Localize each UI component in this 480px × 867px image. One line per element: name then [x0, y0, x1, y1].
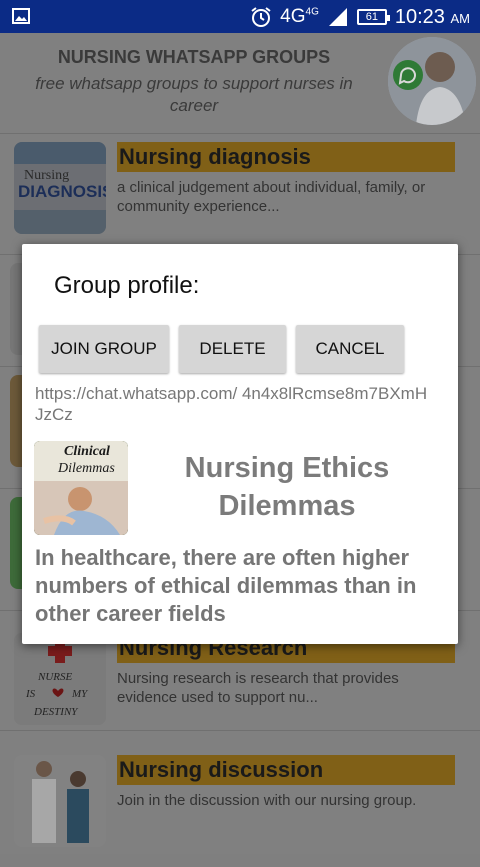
dialog-title: Group profile:	[54, 272, 200, 299]
divider	[0, 730, 480, 731]
signal-icon	[328, 8, 347, 26]
group-name: Nursing Ethics Dilemmas	[184, 452, 390, 522]
join-group-button[interactable]: JOIN GROUP	[39, 325, 169, 373]
clock: 10:23 AM	[394, 5, 470, 28]
app-title: NURSING WHATSAPP GROUPS	[57, 47, 331, 67]
status-bar: 4G4G 61 10:23 AM	[0, 0, 480, 33]
group-description: Nursing research is research that provid…	[117, 670, 399, 706]
battery-icon: 61	[356, 9, 390, 25]
app-subtitle: free whatsapp groups to support nurses i…	[35, 74, 353, 115]
group-title: Nursing diagnosis	[117, 142, 455, 172]
thumb-text: DESTINY	[33, 706, 79, 718]
thumb-text: DIAGNOSIS	[18, 182, 106, 201]
group-thumbnail	[14, 755, 106, 847]
group-description: In healthcare, there are often higher nu…	[35, 545, 417, 626]
group-invite-link[interactable]: https://chat.whatsapp.com/ 4n4x8lRcmse8m…	[35, 383, 435, 425]
group-thumbnail: NURSE IS MY DESTINY	[14, 633, 106, 725]
delete-button[interactable]: DELETE	[179, 325, 286, 373]
nurse-avatar	[388, 37, 476, 125]
group-description: Join in the discussion with our nursing …	[117, 792, 417, 809]
group-description: a clinical judgement about individual, f…	[117, 179, 426, 215]
thumb-text: MY	[71, 688, 89, 700]
image-icon	[12, 8, 30, 24]
group-title: Nursing discussion	[117, 755, 455, 785]
group-profile-dialog: Group profile: JOIN GROUP DELETE CANCEL …	[22, 244, 458, 644]
thumb-text: IS	[25, 688, 36, 700]
cancel-button[interactable]: CANCEL	[296, 325, 404, 373]
thumb-text: Clinical	[64, 444, 110, 459]
group-thumbnail: Nursing DIAGNOSIS	[14, 142, 106, 234]
network-type: 4G4G	[280, 6, 319, 27]
alarm-icon	[251, 7, 271, 27]
thumb-text: NURSE	[37, 671, 73, 683]
group-card-nursing-discussion[interactable]: Nursing discussion Join in the discussio…	[0, 747, 480, 867]
thumb-text: Nursing	[24, 168, 69, 183]
group-card-nursing-diagnosis[interactable]: Nursing DIAGNOSIS Nursing diagnosis a cl…	[0, 134, 480, 254]
app-header: NURSING WHATSAPP GROUPS free whatsapp gr…	[0, 33, 480, 133]
thumb-text: Dilemmas	[57, 461, 115, 476]
group-image: Clinical Dilemmas	[34, 441, 128, 535]
